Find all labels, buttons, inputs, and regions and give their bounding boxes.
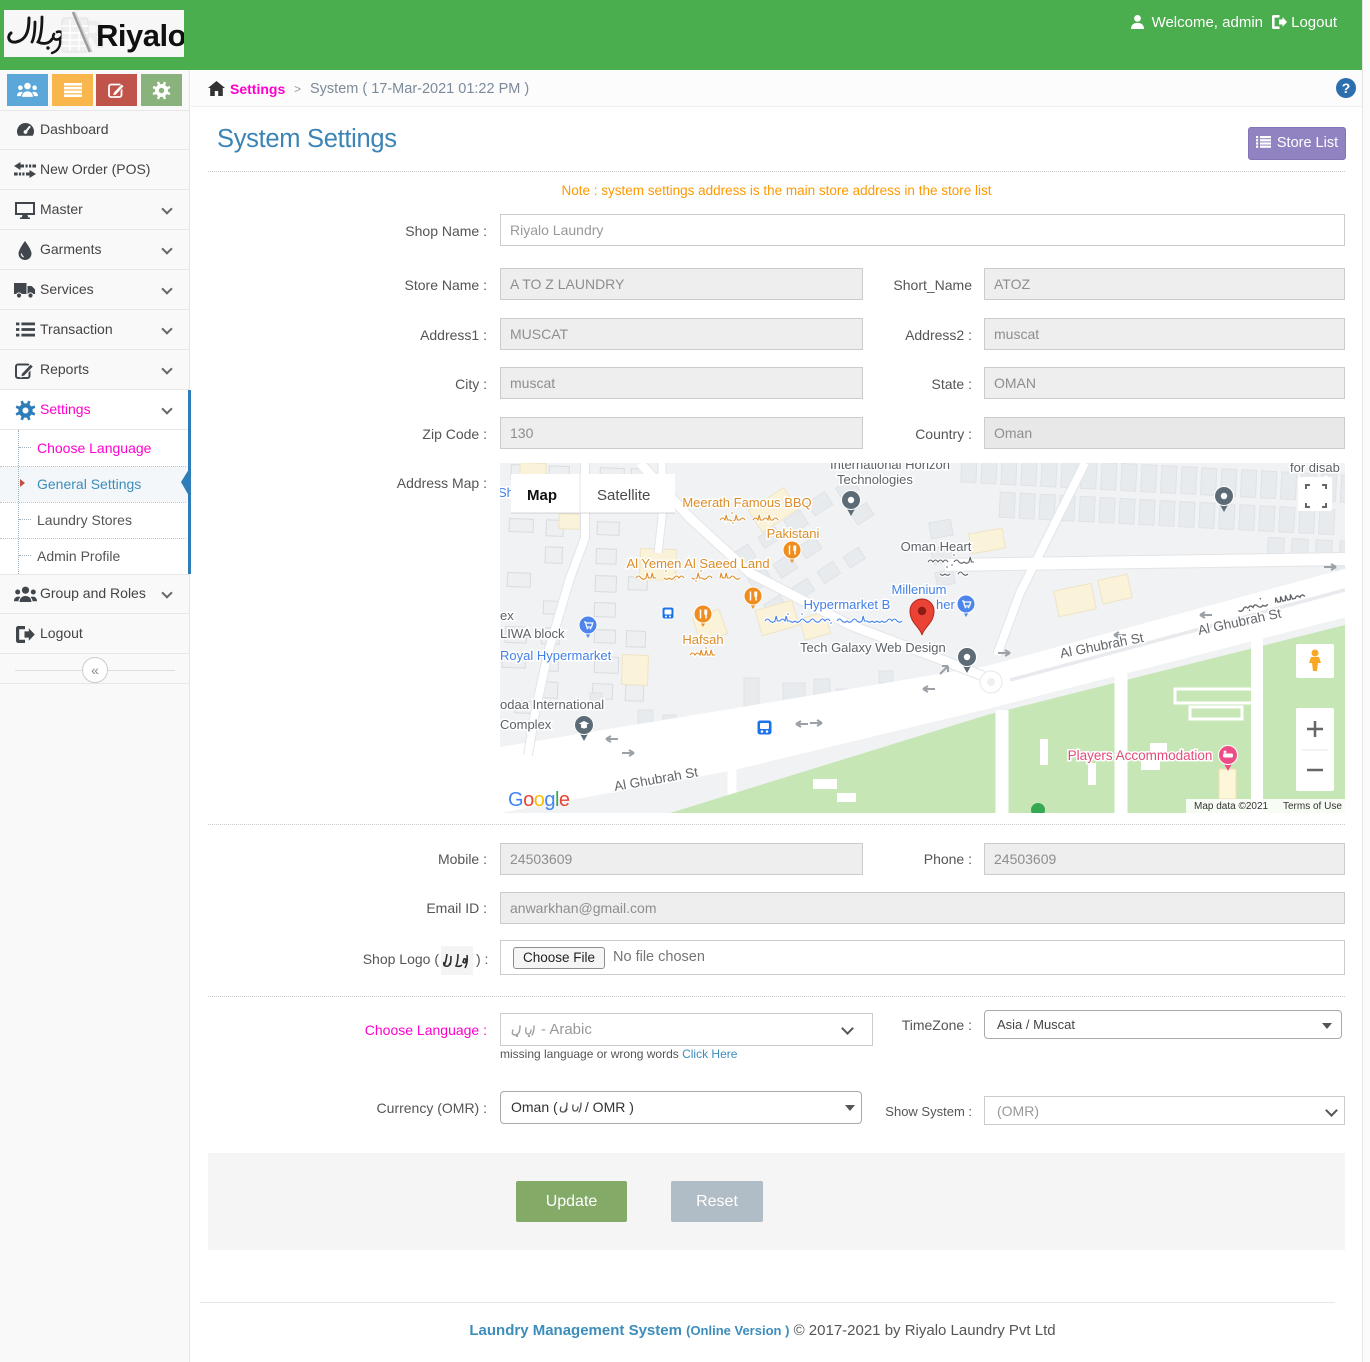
svg-text:Terms of Use: Terms of Use — [1283, 801, 1342, 812]
svg-text:Pakistani: Pakistani — [767, 526, 820, 541]
svg-text:odaa International: odaa International — [500, 697, 604, 712]
svg-text:Riyalo: Riyalo — [96, 18, 184, 53]
svg-text:Google: Google — [508, 789, 570, 811]
svg-text:Royal Hypermarket: Royal Hypermarket — [500, 648, 612, 663]
svg-text:Technologies: Technologies — [837, 472, 913, 487]
svg-text:Map data ©2021: Map data ©2021 — [1194, 801, 1269, 812]
svg-text:Hafsah: Hafsah — [682, 632, 723, 647]
svg-text:Oman Heart: Oman Heart — [901, 539, 972, 554]
svg-text:Map: Map — [527, 487, 557, 504]
svg-text:LIWA block: LIWA block — [500, 626, 565, 641]
svg-text:Meerath Famous BBQ: Meerath Famous BBQ — [682, 495, 811, 510]
svg-text:Al Yemen Al Saeed Land: Al Yemen Al Saeed Land — [626, 556, 769, 571]
svg-text:Satellite: Satellite — [597, 487, 650, 504]
svg-text:Tech Galaxy Web Design: Tech Galaxy Web Design — [800, 640, 946, 655]
svg-text:for disab: for disab — [1290, 463, 1340, 475]
svg-text:Millenium: Millenium — [892, 582, 947, 597]
svg-text:Hypermarket B: Hypermarket B — [804, 597, 891, 612]
svg-text:her: her — [936, 597, 955, 612]
svg-text:ex: ex — [500, 608, 514, 623]
svg-text:Players Accommodation: Players Accommodation — [1068, 748, 1213, 763]
svg-text:International Horizon: International Horizon — [830, 463, 950, 472]
svg-text:Complex: Complex — [500, 717, 552, 732]
